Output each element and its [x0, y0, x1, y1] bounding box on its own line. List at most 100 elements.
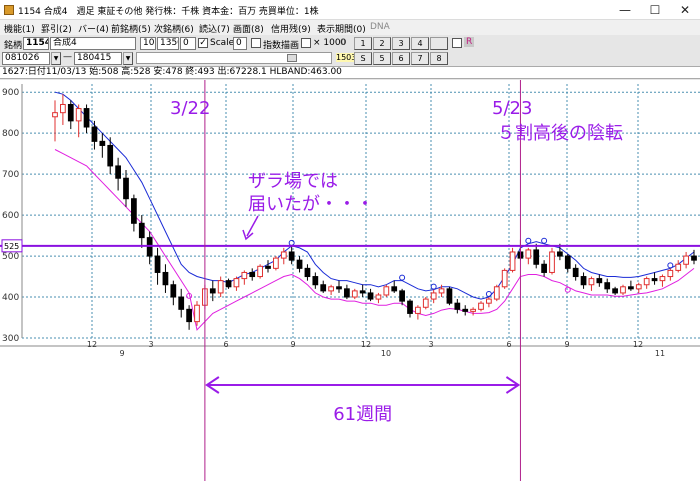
- date-range-dash: —: [63, 52, 72, 62]
- log-label: 指数描画: [263, 41, 300, 51]
- candle-body: [651, 278, 658, 282]
- candle-body: [91, 126, 98, 142]
- y-tick-label: 900: [2, 88, 19, 98]
- stock-name-field[interactable]: 合成4: [50, 37, 136, 50]
- multiplier-checkbox[interactable]: [301, 38, 311, 48]
- menu-item-dna[interactable]: DNA: [370, 22, 390, 32]
- preset-button-6[interactable]: 5: [373, 52, 391, 65]
- maximize-button[interactable]: ☐: [640, 0, 670, 20]
- preset-button-8[interactable]: 7: [411, 52, 429, 65]
- candle-body: [367, 292, 374, 300]
- zero-label: 0: [340, 38, 346, 48]
- candle-body: [628, 286, 634, 290]
- x-year-label: 10: [381, 349, 391, 358]
- scale-min-input[interactable]: 0: [180, 37, 196, 50]
- preset-button-4[interactable]: 4: [411, 37, 429, 50]
- candle-body: [186, 308, 192, 323]
- candle-body: [249, 271, 256, 278]
- candle-body: [178, 296, 185, 310]
- scale-label: Scale: [210, 38, 235, 48]
- date-from-select[interactable]: 081026: [2, 52, 50, 65]
- preset-button-2[interactable]: 2: [373, 37, 391, 50]
- preset-button-3[interactable]: 3: [392, 37, 410, 50]
- preset-button-9[interactable]: 8: [430, 52, 448, 65]
- period-slider[interactable]: [136, 52, 332, 64]
- date-to-select[interactable]: 180415: [74, 52, 122, 65]
- scale-max-input[interactable]: 1350: [157, 37, 179, 50]
- scale-extra-input[interactable]: 0: [233, 37, 247, 50]
- x-tick-label: 12: [87, 340, 97, 349]
- candle-body: [486, 298, 492, 304]
- menu-item-screen[interactable]: 画面(8): [233, 22, 264, 35]
- menu-item-next-stock[interactable]: 次銘柄(6): [154, 22, 194, 35]
- date-to-dropdown-icon[interactable]: ▼: [123, 52, 133, 65]
- preset-button-5[interactable]: S: [354, 52, 372, 65]
- x-tick-label: 12: [361, 340, 371, 349]
- candle-body: [462, 308, 469, 312]
- candle-body: [493, 286, 500, 300]
- menu-item-bar[interactable]: バー(4): [78, 22, 109, 35]
- preset-button-7[interactable]: 6: [392, 52, 410, 65]
- menu-item-load[interactable]: 読込(7): [199, 22, 230, 35]
- period-slider-thumb[interactable]: [287, 54, 297, 62]
- y-tick-label: 800: [2, 129, 19, 139]
- candle-body: [509, 251, 516, 271]
- candle-body: [107, 144, 114, 167]
- candle-body: [217, 280, 224, 294]
- candle-body: [470, 308, 476, 312]
- menu-item-prev-stock[interactable]: 前銘柄(5): [111, 22, 151, 35]
- candle-body: [146, 237, 153, 257]
- menu-item-period[interactable]: 表示期間(0): [317, 22, 366, 35]
- candle-body: [320, 284, 327, 292]
- candle-body: [225, 280, 232, 288]
- candle-body: [344, 288, 350, 298]
- candle-body: [115, 165, 121, 179]
- scale-checkbox[interactable]: ✓: [198, 38, 208, 48]
- x-tick-label: 6: [506, 340, 511, 349]
- y-tick-label: 300: [2, 334, 19, 344]
- price-chart[interactable]: 300400500600700800900 12 3 6 9 12 3 6 9 129 10 11 …: [0, 80, 700, 481]
- preset-button-4b[interactable]: [430, 37, 448, 50]
- close-button[interactable]: ✕: [670, 0, 700, 20]
- label-5-23: 5/23: [492, 98, 532, 119]
- candle-body: [273, 257, 279, 269]
- candle-body: [683, 255, 689, 265]
- candle-body: [75, 108, 82, 122]
- window-title: 1154 合成4 週足 東証その他 発行株：千株 資本金：百万 売買単位：1株: [18, 7, 319, 17]
- candle-body: [296, 259, 303, 269]
- candle-body: [635, 284, 642, 290]
- date-from-dropdown-icon[interactable]: ▼: [51, 52, 61, 65]
- candle-body: [288, 251, 295, 261]
- candle-body: [336, 286, 342, 290]
- candle-body: [643, 278, 650, 286]
- candle-body: [564, 255, 571, 269]
- period-input[interactable]: 10: [140, 37, 156, 50]
- x-tick-label: 9: [564, 340, 569, 349]
- label-5-23-note: ５割高後の陰転: [497, 123, 623, 144]
- candle-body: [399, 290, 405, 302]
- stock-code-input[interactable]: 1154: [23, 37, 49, 50]
- candle-body: [257, 265, 263, 278]
- toolbar-row-2: 081026 ▼ — 180415 ▼ 1503 S 5 6 7 8: [0, 51, 700, 66]
- candle-body: [351, 290, 358, 298]
- menu-item-margin[interactable]: 信用残(9): [271, 22, 311, 35]
- candle-body: [328, 286, 334, 292]
- r-label[interactable]: R: [464, 37, 475, 47]
- title-bar: 1154 合成4 週足 東証その他 発行株：千株 資本金：百万 売買単位：1株 …: [0, 0, 700, 20]
- candle-body: [557, 251, 563, 257]
- menu-item-keibiki[interactable]: 罫引(2): [41, 22, 72, 35]
- candle-body: [588, 278, 595, 286]
- candle-body: [422, 298, 429, 308]
- candle-body: [572, 267, 579, 278]
- candle-body: [391, 286, 398, 292]
- candle-body: [549, 251, 555, 273]
- toolbar-row-1: 銘柄 1154 合成4 10 1350 0 ✓ Scale 0 指数描画 × 1…: [0, 36, 700, 51]
- log-checkbox[interactable]: [251, 38, 261, 48]
- minimize-button[interactable]: —: [610, 0, 640, 20]
- candle-body: [233, 278, 240, 288]
- menu-item-kino[interactable]: 機能(1): [4, 22, 35, 35]
- preset-button-1[interactable]: 1: [354, 37, 372, 50]
- candle-body: [533, 249, 540, 265]
- x-tick-label: 3: [148, 340, 153, 349]
- r-checkbox[interactable]: [452, 38, 462, 48]
